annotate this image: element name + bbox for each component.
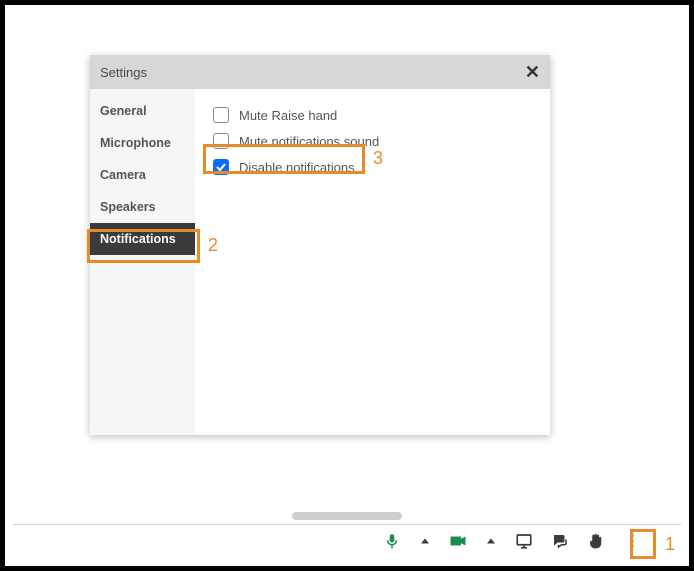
- sidebar-item-label: General: [100, 104, 147, 118]
- sidebar-item-microphone[interactable]: Microphone: [90, 127, 195, 159]
- close-icon[interactable]: ✕: [525, 62, 540, 83]
- caret-up-icon[interactable]: [485, 532, 497, 550]
- sidebar-item-label: Notifications: [100, 232, 176, 246]
- sidebar-item-notifications[interactable]: Notifications: [90, 223, 195, 255]
- option-mute-raise-hand: Mute Raise hand: [211, 103, 534, 127]
- settings-panel: Settings ✕ General Microphone Camera Spe…: [90, 55, 550, 435]
- microphone-icon[interactable]: [383, 532, 401, 550]
- option-disable-notifications: Disable notifications: [211, 155, 534, 179]
- bottom-toolbar: [13, 524, 681, 556]
- option-label: Disable notifications: [239, 160, 355, 175]
- checkbox-disable-notifications[interactable]: [213, 159, 229, 175]
- checkbox-mute-notifications-sound[interactable]: [213, 133, 229, 149]
- checkbox-mute-raise-hand[interactable]: [213, 107, 229, 123]
- option-mute-notifications-sound: Mute notifications sound: [211, 129, 534, 153]
- sidebar-item-label: Speakers: [100, 200, 156, 214]
- raise-hand-icon[interactable]: [587, 532, 605, 550]
- sidebar-item-speakers[interactable]: Speakers: [90, 191, 195, 223]
- camera-icon[interactable]: [449, 532, 467, 550]
- screen-share-icon[interactable]: [515, 532, 533, 550]
- settings-panel-body: General Microphone Camera Speakers Notif…: [90, 89, 550, 435]
- sidebar-item-label: Microphone: [100, 136, 171, 150]
- settings-panel-title: Settings: [100, 65, 147, 80]
- caret-up-icon[interactable]: [419, 532, 431, 550]
- more-options-icon[interactable]: [623, 532, 641, 550]
- settings-sidebar: General Microphone Camera Speakers Notif…: [90, 89, 195, 435]
- resize-handle[interactable]: [292, 512, 402, 520]
- sidebar-item-general[interactable]: General: [90, 95, 195, 127]
- settings-content: Mute Raise hand Mute notifications sound…: [195, 89, 550, 435]
- sidebar-item-label: Camera: [100, 168, 146, 182]
- sidebar-item-camera[interactable]: Camera: [90, 159, 195, 191]
- settings-panel-header: Settings ✕: [90, 55, 550, 89]
- chat-icon[interactable]: [551, 532, 569, 550]
- app-canvas: Settings ✕ General Microphone Camera Spe…: [5, 5, 689, 566]
- option-label: Mute Raise hand: [239, 108, 337, 123]
- option-label: Mute notifications sound: [239, 134, 379, 149]
